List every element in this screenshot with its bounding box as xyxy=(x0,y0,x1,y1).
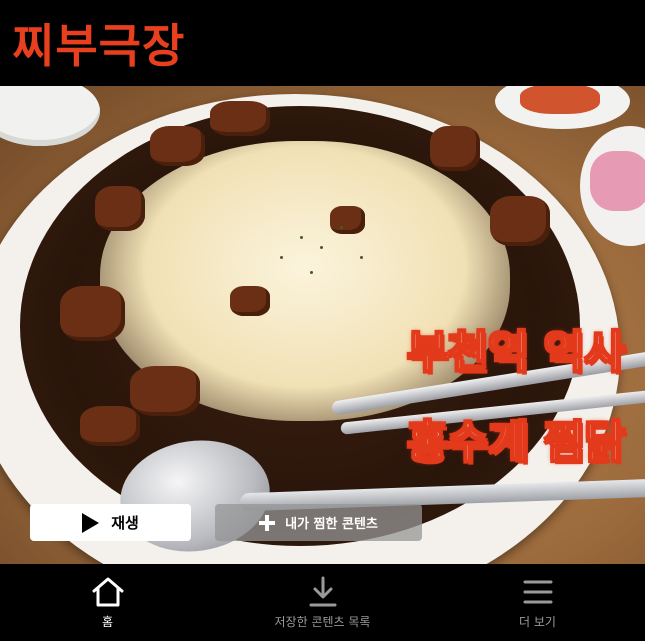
menu-icon xyxy=(523,575,553,609)
featured-hero[interactable]: 부천역 역사 홍수계 찜닭 재생 내가 찜한 콘텐츠 xyxy=(0,86,645,564)
plus-icon xyxy=(259,514,276,531)
add-to-my-list-label: 내가 찜한 콘텐츠 xyxy=(285,517,378,532)
nav-item-home[interactable]: 홈 xyxy=(0,564,215,641)
play-button-label: 재생 xyxy=(111,514,139,532)
bottom-navigation: 홈 저장한 콘텐츠 목록 더 보기 xyxy=(0,564,645,641)
nav-item-more[interactable]: 더 보기 xyxy=(430,564,645,641)
nav-item-home-label: 홈 xyxy=(101,615,114,629)
hero-title-line-1: 부천역 역사 xyxy=(406,326,626,379)
app-logo[interactable]: 찌부극장 xyxy=(12,10,185,76)
hero-title-line-2: 홍수계 찜닭 xyxy=(406,416,626,469)
top-bar: 찌부극장 xyxy=(0,0,645,86)
nav-item-saved-content[interactable]: 저장한 콘텐츠 목록 xyxy=(215,564,430,641)
download-icon xyxy=(308,575,338,609)
nav-item-more-label: 더 보기 xyxy=(519,615,556,629)
nav-item-saved-content-label: 저장한 콘텐츠 목록 xyxy=(274,615,371,629)
play-icon xyxy=(82,512,100,533)
add-to-my-list-button[interactable]: 내가 찜한 콘텐츠 xyxy=(215,504,422,541)
play-button[interactable]: 재생 xyxy=(30,504,191,541)
home-icon xyxy=(91,575,125,609)
